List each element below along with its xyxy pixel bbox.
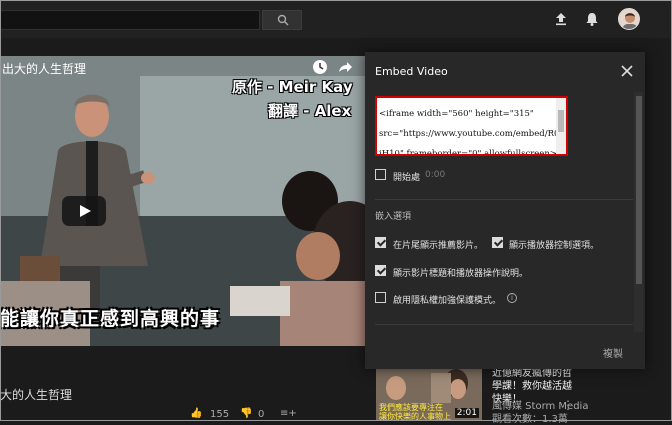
start-at-time: 0:00 bbox=[425, 170, 446, 180]
embed-code-scrollbar[interactable] bbox=[556, 98, 566, 154]
add-to-playlist-icon[interactable]: ≡+ bbox=[280, 408, 297, 419]
start-at-label: 開始處 bbox=[393, 173, 421, 183]
close-icon[interactable] bbox=[620, 64, 634, 78]
info-icon[interactable]: i bbox=[507, 293, 517, 303]
embed-code-line-1: <iframe width="560" height="315" bbox=[379, 109, 534, 119]
embed-options-header: 嵌入選項 bbox=[375, 212, 412, 222]
upload-icon[interactable] bbox=[552, 10, 570, 28]
copy-button[interactable]: 複製 bbox=[603, 345, 623, 360]
show-title-checkbox[interactable] bbox=[375, 265, 386, 276]
search-input[interactable] bbox=[0, 10, 260, 30]
divider bbox=[375, 324, 633, 325]
show-suggested-label: 在片尾顯示推薦影片。 bbox=[393, 241, 484, 251]
show-controls-checkbox[interactable] bbox=[492, 237, 503, 248]
credit-author: 原作 - Meir Kay bbox=[232, 78, 353, 96]
play-button[interactable] bbox=[62, 196, 106, 226]
share-icon[interactable] bbox=[337, 59, 353, 75]
suggestion-thumbnail[interactable]: 我們應該要專注在 讓你快樂的人事物上 2:01 bbox=[376, 363, 482, 421]
show-suggested-checkbox[interactable] bbox=[375, 237, 386, 248]
suggestion-duration: 2:01 bbox=[454, 408, 479, 418]
bell-icon[interactable] bbox=[583, 10, 601, 28]
video-title: 出大的人生哲理 bbox=[2, 62, 87, 76]
embed-code-textarea[interactable]: <iframe width="560" height="315" src="htt… bbox=[375, 96, 568, 156]
show-controls-label: 顯示播放器控制選項。 bbox=[509, 241, 600, 251]
dislike-count: 0 bbox=[258, 409, 265, 420]
search-button[interactable] bbox=[262, 10, 302, 30]
dialog-scrollbar[interactable] bbox=[634, 92, 643, 332]
dislike-icon[interactable]: 👎 bbox=[240, 408, 252, 419]
video-subtitle: 能讓你真正感到高興的事 bbox=[0, 308, 221, 330]
suggestion-thumb-text: 我們應該要專注在 讓你快樂的人事物上 bbox=[379, 403, 451, 421]
avatar[interactable] bbox=[618, 8, 640, 30]
embed-code: <iframe width="560" height="315" src="htt… bbox=[377, 98, 566, 156]
privacy-mode-checkbox[interactable] bbox=[375, 292, 386, 303]
search-icon bbox=[277, 14, 289, 26]
start-at-checkbox[interactable] bbox=[375, 169, 386, 180]
like-count: 155 bbox=[210, 409, 230, 420]
like-icon[interactable]: 👍 bbox=[190, 408, 202, 419]
suggestion-views: 觀看次數：1.3萬 bbox=[492, 414, 568, 425]
divider bbox=[375, 199, 633, 200]
more-vert-icon[interactable]: ⋮ bbox=[562, 398, 574, 412]
dialog-title: Embed Video bbox=[375, 65, 448, 78]
video-player[interactable]: 出大的人生哲理 原作 - Meir Kay 翻譯 - Alex 能讓你真正感到高… bbox=[0, 56, 365, 346]
embed-dialog: Embed Video <iframe width="560" height="… bbox=[365, 52, 645, 369]
privacy-mode-label: 啟用隱私權加強保護模式。 bbox=[393, 296, 502, 306]
video-page-title: 大的人生哲理 bbox=[0, 388, 73, 402]
embed-code-line-3: iH10" frameborder="0" allowfullscreen> bbox=[379, 149, 557, 156]
credit-translator: 翻譯 - Alex bbox=[268, 102, 352, 120]
top-bar bbox=[0, 0, 672, 38]
clock-icon[interactable] bbox=[312, 59, 328, 75]
embed-code-line-2: src="https://www.youtube.com/embed/R0C_u… bbox=[379, 129, 566, 139]
show-title-label: 顯示影片標題和播放器操作說明。 bbox=[393, 269, 529, 279]
